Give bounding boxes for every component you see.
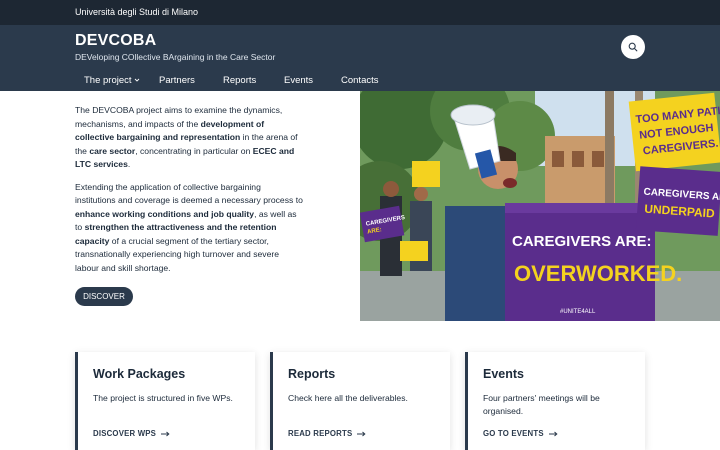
card-events: Events Four partners' meetings will be o… bbox=[465, 352, 645, 450]
nav-item-label: Events bbox=[284, 74, 314, 86]
nav-item-label: Contacts bbox=[341, 74, 379, 86]
search-icon bbox=[628, 42, 638, 52]
link-label: GO TO EVENTS bbox=[483, 429, 544, 438]
nav-item-partners[interactable]: Partners bbox=[159, 73, 223, 87]
card-description: Four partners' meetings will be organise… bbox=[483, 393, 600, 416]
card-reports: Reports Check here all the deliverables.… bbox=[270, 352, 450, 450]
site-title[interactable]: DEVCOBA bbox=[75, 32, 156, 50]
main-sign-tag: #UNITE4ALL bbox=[560, 309, 596, 315]
nav-item-the-project[interactable]: The project bbox=[75, 73, 159, 87]
card-title: Work Packages bbox=[93, 367, 186, 381]
main-sign-line2: OVERWORKED. bbox=[514, 261, 682, 286]
card-title: Events bbox=[483, 367, 524, 381]
card-title: Reports bbox=[288, 367, 336, 381]
nav-item-label: Reports bbox=[223, 74, 257, 86]
link-label: DISCOVER WPS bbox=[93, 429, 157, 438]
arrow-right-icon bbox=[161, 431, 170, 436]
card-work-packages: Work Packages The project is structured … bbox=[75, 352, 255, 450]
intro-paragraph-1: The DEVCOBA project aims to examine the … bbox=[75, 104, 303, 172]
nav-item-reports[interactable]: Reports bbox=[223, 73, 284, 87]
link-label: READ REPORTS bbox=[288, 429, 353, 438]
read-reports-link[interactable]: READ REPORTS bbox=[288, 429, 366, 438]
card-description: Check here all the deliverables. bbox=[288, 393, 408, 403]
hero-image: CAREGIVERS ARE: CAREGIVERS ARE: OVERWORK… bbox=[360, 91, 720, 321]
chevron-down-icon bbox=[134, 78, 139, 82]
intro-emphasis: care sector bbox=[89, 145, 136, 156]
intro-emphasis: enhance working conditions and job quali… bbox=[75, 208, 255, 219]
university-link[interactable]: Università degli Studi di Milano bbox=[75, 7, 198, 17]
search-button[interactable] bbox=[621, 35, 645, 59]
main-nav: The project Partners Reports Events Cont… bbox=[75, 73, 379, 87]
intro-text: Extending the application of collective … bbox=[75, 181, 303, 206]
card-description: The project is structured in five WPs. bbox=[93, 393, 233, 403]
nav-item-label: The project bbox=[84, 74, 132, 86]
site-header: DEVCOBA DEVeloping COllective BArgaining… bbox=[0, 25, 720, 91]
nav-item-label: Partners bbox=[159, 74, 195, 86]
intro-paragraph-2: Extending the application of collective … bbox=[75, 181, 303, 276]
discover-wps-link[interactable]: DISCOVER WPS bbox=[93, 429, 170, 438]
arrow-right-icon bbox=[548, 431, 558, 436]
main-sign-line1: CAREGIVERS ARE: bbox=[512, 233, 651, 250]
arrow-right-icon bbox=[357, 431, 366, 436]
discover-button[interactable]: DISCOVER bbox=[75, 287, 133, 306]
top-bar: Università degli Studi di Milano bbox=[0, 0, 720, 25]
nav-item-contacts[interactable]: Contacts bbox=[341, 73, 379, 87]
nav-item-events[interactable]: Events bbox=[284, 73, 341, 87]
intro-section: The DEVCOBA project aims to examine the … bbox=[75, 104, 303, 284]
protest-illustration: CAREGIVERS ARE: CAREGIVERS ARE: OVERWORK… bbox=[360, 91, 720, 321]
site-subtitle: DEVeloping COllective BArgaining in the … bbox=[75, 52, 276, 62]
intro-text: . bbox=[127, 159, 131, 169]
go-to-events-link[interactable]: GO TO EVENTS bbox=[483, 429, 558, 438]
intro-text: , concentrating in particular on bbox=[135, 145, 253, 156]
